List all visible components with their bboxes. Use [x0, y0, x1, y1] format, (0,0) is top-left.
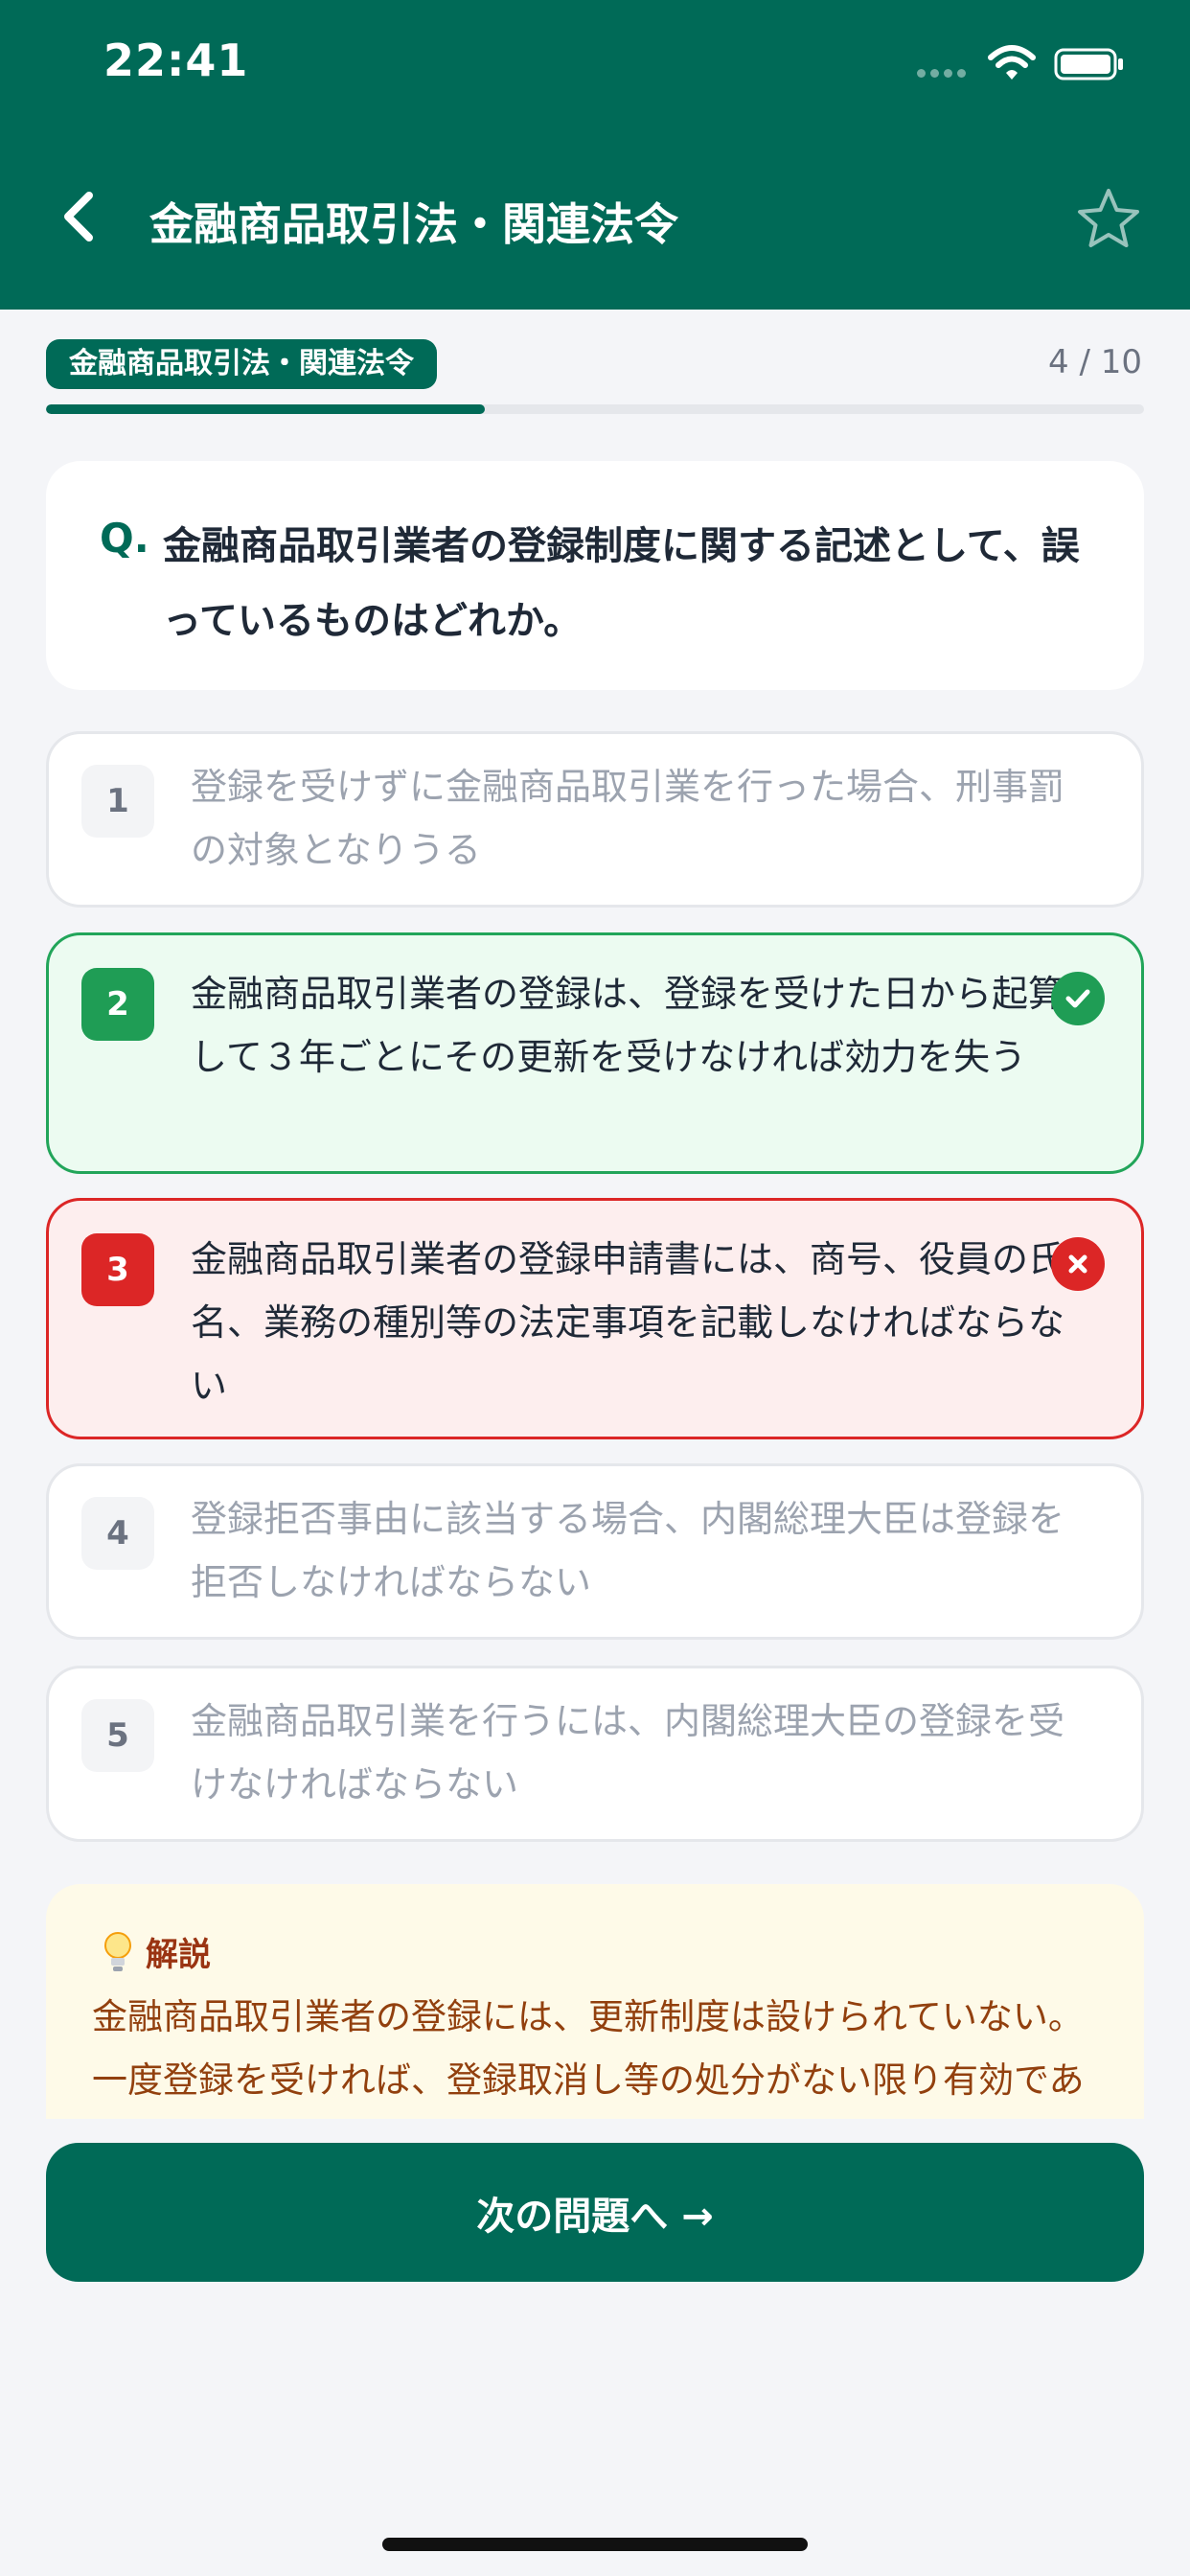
favorite-button[interactable] — [1073, 184, 1144, 255]
next-question-button[interactable]: 次の問題へ → — [46, 2143, 1144, 2282]
question-text: 金融商品取引業者の登録制度に関する記述として、誤っているものはどれか。 — [163, 524, 1080, 643]
progress-bar — [46, 404, 1144, 414]
battery-icon — [1054, 48, 1123, 80]
option-3[interactable]: 3 金融商品取引業者の登録申請書には、商号、役員の氏名、業務の種別等の法定事項を… — [46, 1198, 1144, 1439]
option-4[interactable]: 4 登録拒否事由に該当する場合、内閣総理大臣は登録を拒否しなければならない — [46, 1463, 1144, 1640]
option-number: 5 — [81, 1699, 154, 1772]
back-button[interactable] — [54, 184, 102, 249]
question-prefix: Q. — [100, 515, 149, 562]
explanation-header: 解説 — [102, 1928, 211, 1975]
option-5[interactable]: 5 金融商品取引業を行うには、内閣総理大臣の登録を受けなければならない — [46, 1666, 1144, 1842]
correct-check-icon — [1051, 972, 1105, 1025]
lightbulb-icon — [104, 1931, 131, 1971]
explanation-title: 解説 — [146, 1936, 211, 1974]
option-text: 金融商品取引業を行うには、内閣総理大臣の登録を受けなければならない — [191, 1700, 1065, 1806]
star-outline-icon — [1078, 189, 1139, 247]
option-text: 金融商品取引業者の登録申請書には、商号、役員の氏名、業務の種別等の法定事項を記載… — [191, 1238, 1065, 1407]
home-indicator — [382, 2538, 808, 2551]
option-number: 2 — [81, 968, 154, 1041]
option-number: 3 — [81, 1233, 154, 1306]
topic-badge: 金融商品取引法・関連法令 — [46, 339, 437, 389]
option-1[interactable]: 1 登録を受けずに金融商品取引業を行った場合、刑事罰の対象となりうる — [46, 731, 1144, 908]
explanation-text: 金融商品取引業者の登録には、更新制度は設けられていない。一度登録を受ければ、登録… — [92, 1996, 1085, 2101]
status-time: 22:41 — [103, 34, 249, 86]
option-text: 登録拒否事由に該当する場合、内閣総理大臣は登録を拒否しなければならない — [191, 1498, 1065, 1603]
progress-fill — [46, 404, 486, 414]
option-text: 登録を受けずに金融商品取引業を行った場合、刑事罰の対象となりうる — [191, 766, 1065, 871]
option-number: 1 — [81, 765, 154, 838]
option-number: 4 — [81, 1497, 154, 1570]
chevron-left-icon — [64, 192, 93, 242]
wifi-icon — [988, 45, 1036, 80]
option-2[interactable]: 2 金融商品取引業者の登録は、登録を受けた日から起算して３年ごとにその更新を受け… — [46, 932, 1144, 1174]
wrong-cross-icon — [1051, 1237, 1105, 1291]
question-card: Q. 金融商品取引業者の登録制度に関する記述として、誤っているものはどれか。 — [46, 461, 1144, 690]
option-text: 金融商品取引業者の登録は、登録を受けた日から起算して３年ごとにその更新を受けなけ… — [191, 973, 1065, 1078]
explanation-panel: 解説 金融商品取引業者の登録には、更新制度は設けられていない。一度登録を受ければ… — [46, 1884, 1144, 2119]
progress-count: 4 / 10 — [1048, 343, 1142, 381]
cellular-signal-icon — [917, 69, 967, 80]
page-title: 金融商品取引法・関連法令 — [149, 198, 678, 250]
app-header: 22:41 金融商品取引法・関連法令 — [0, 0, 1190, 310]
